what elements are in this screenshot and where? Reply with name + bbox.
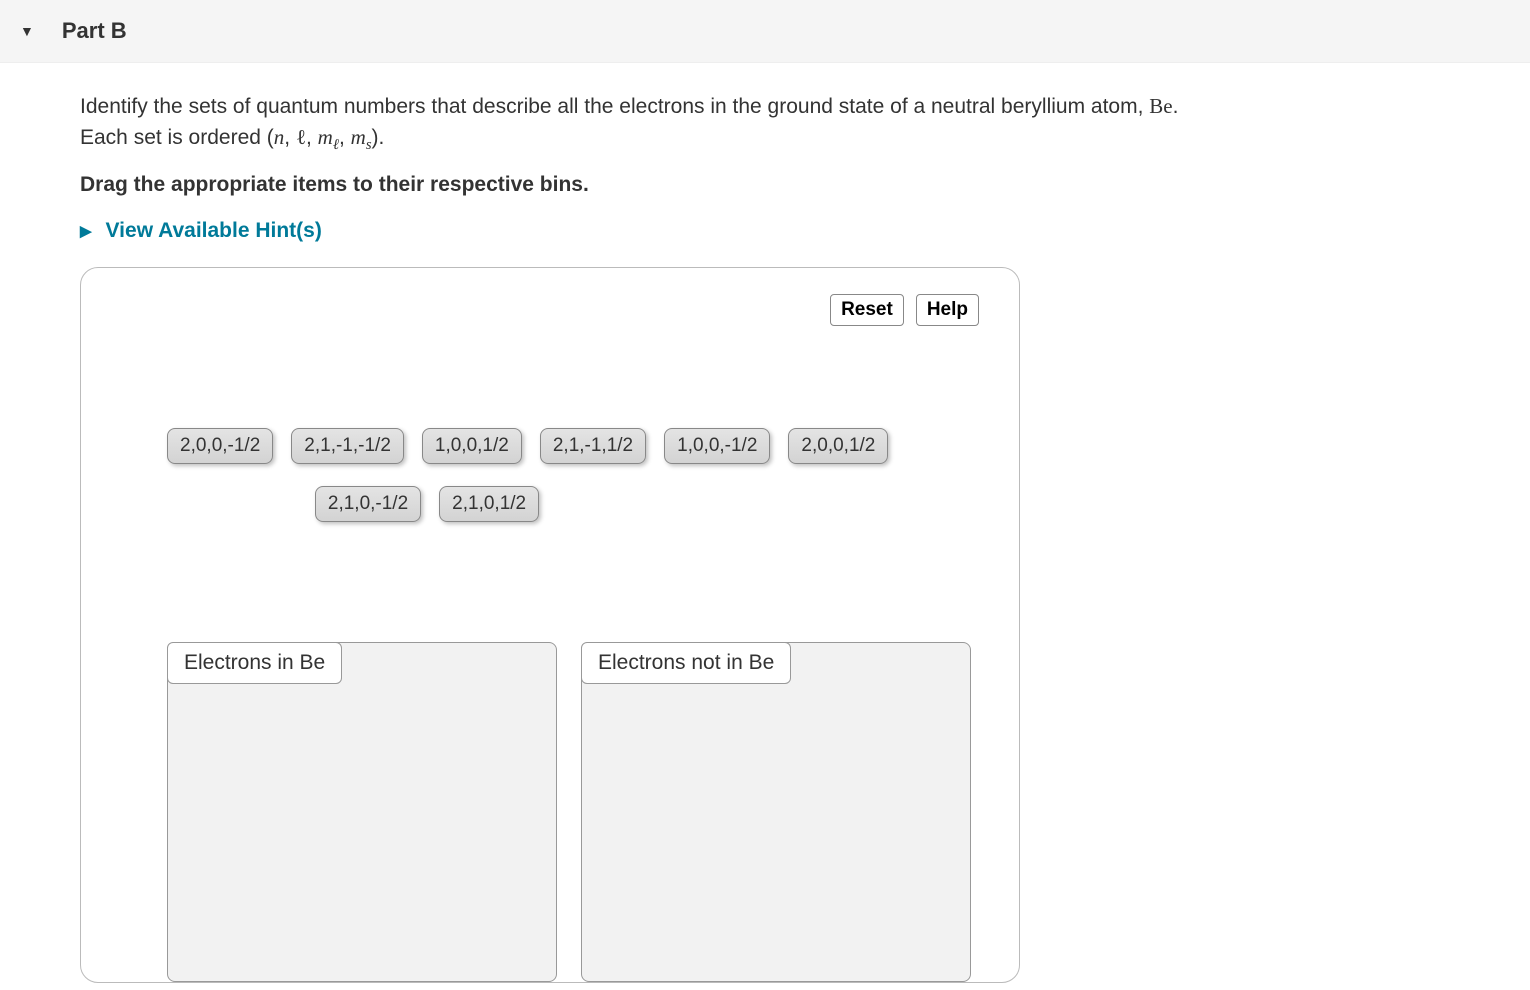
symbol-ml: m — [318, 125, 333, 149]
quantum-chip[interactable]: 1,0,0,-1/2 — [664, 428, 770, 464]
bin-electrons-in-be[interactable]: Electrons in Be — [167, 642, 557, 982]
chips-source-area: 2,0,0,-1/2 2,1,-1,-1/2 1,0,0,1/2 2,1,-1,… — [167, 428, 977, 522]
bin-label: Electrons in Be — [167, 642, 342, 684]
reset-button[interactable]: Reset — [830, 294, 904, 326]
drop-bins: Electrons in Be Electrons not in Be — [167, 642, 993, 982]
prompt-text: , — [284, 126, 296, 149]
chips-row: 2,0,0,-1/2 2,1,-1,-1/2 1,0,0,1/2 2,1,-1,… — [167, 428, 977, 464]
sorting-panel: Reset Help 2,0,0,-1/2 2,1,-1,-1/2 1,0,0,… — [80, 267, 1020, 983]
collapse-icon[interactable]: ▼ — [20, 23, 34, 39]
chevron-right-icon: ▶ — [80, 222, 92, 240]
help-button[interactable]: Help — [916, 294, 979, 326]
quantum-chip[interactable]: 2,1,-1,-1/2 — [291, 428, 404, 464]
question-prompt: Identify the sets of quantum numbers tha… — [80, 91, 1450, 157]
symbol-ms: m — [351, 125, 366, 149]
view-hints-toggle[interactable]: ▶ View Available Hint(s) — [80, 219, 322, 243]
element-symbol: Be — [1149, 94, 1172, 118]
prompt-text: Identify the sets of quantum numbers tha… — [80, 95, 1149, 118]
hints-label: View Available Hint(s) — [106, 219, 322, 243]
symbol-n: n — [274, 125, 285, 149]
bin-electrons-not-in-be[interactable]: Electrons not in Be — [581, 642, 971, 982]
prompt-text: . — [1173, 95, 1179, 118]
quantum-chip[interactable]: 2,1,-1,1/2 — [540, 428, 646, 464]
quantum-chip[interactable]: 2,0,0,-1/2 — [167, 428, 273, 464]
quantum-chip[interactable]: 1,0,0,1/2 — [422, 428, 522, 464]
drag-instruction: Drag the appropriate items to their resp… — [80, 173, 1450, 197]
panel-controls: Reset Help — [830, 294, 979, 326]
prompt-text: , — [306, 126, 318, 149]
quantum-chip[interactable]: 2,1,0,-1/2 — [315, 486, 421, 522]
chips-row: 2,1,0,-1/2 2,1,0,1/2 — [167, 486, 687, 522]
part-label: Part B — [62, 18, 127, 44]
quantum-chip[interactable]: 2,1,0,1/2 — [439, 486, 539, 522]
quantum-chip[interactable]: 2,0,0,1/2 — [788, 428, 888, 464]
part-header[interactable]: ▼ Part B — [0, 0, 1530, 63]
prompt-text: Each set is ordered ( — [80, 126, 274, 149]
prompt-text: , — [339, 126, 351, 149]
content-area: Identify the sets of quantum numbers tha… — [0, 63, 1530, 983]
prompt-text: ). — [372, 126, 385, 149]
bin-label: Electrons not in Be — [581, 642, 791, 684]
symbol-l: ℓ — [296, 125, 306, 149]
